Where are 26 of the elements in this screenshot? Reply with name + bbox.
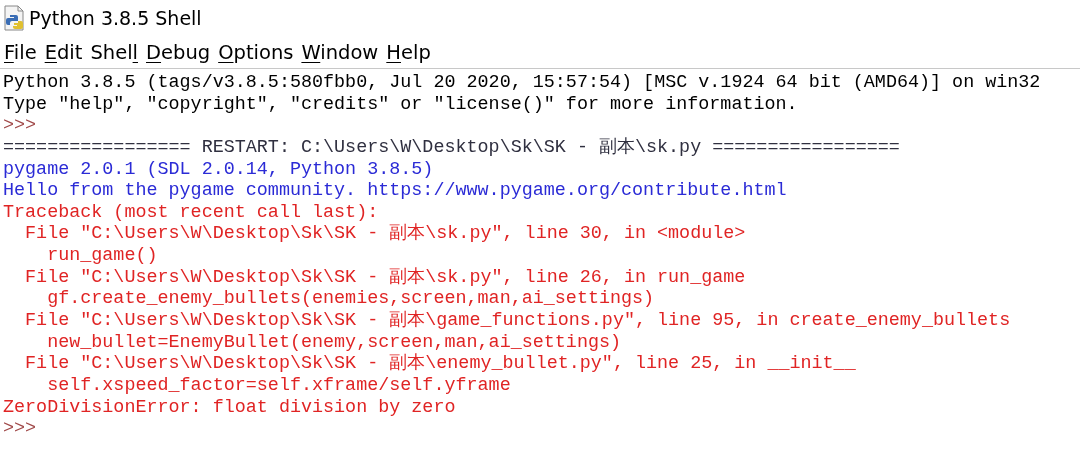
window-title: Python 3.8.5 Shell	[29, 7, 202, 29]
error-line: new_bullet=EnemyBullet(enemy,screen,man,ai_settings)	[46, 331, 622, 353]
error-line: File "C:\Users\W\Desktop\Sk\SK - 副本\enemy_bullet.py", line 25, in __init__	[24, 353, 856, 375]
prompt: >>>	[3, 418, 37, 440]
prompt: >>>	[3, 115, 37, 137]
error-line: ZeroDivisionError: float division by zero	[3, 396, 456, 418]
menu-item[interactable]: Window	[301, 40, 379, 64]
menu-item[interactable]: Options	[218, 40, 294, 64]
banner-line: Type "help", "copyright", "credits" or "license()" for more information.	[3, 93, 798, 115]
error-line: File "C:\Users\W\Desktop\Sk\SK - 副本\sk.py", line 30, in <module>	[24, 223, 746, 245]
menu-item[interactable]: Edit	[44, 40, 83, 64]
output-line: pygame 2.0.1 (SDL 2.0.14, Python 3.8.5)	[3, 158, 434, 180]
restart-line: ================= RESTART: C:\Users\W\Desktop\Sk\SK - 副本\sk.py =================	[3, 136, 900, 158]
error-line: File "C:\Users\W\Desktop\Sk\SK - 副本\sk.py", line 26, in run_game	[24, 266, 746, 288]
error-line: self.xspeed_factor=self.xframe/self.yframe	[46, 374, 511, 396]
python-file-icon	[3, 5, 25, 31]
menu-item[interactable]: Shell	[90, 40, 138, 64]
menu-item[interactable]: File	[4, 40, 37, 64]
error-line: gf.create_enemy_bullets(enemies,screen,man,ai_settings)	[46, 288, 655, 310]
menu-item[interactable]: Help	[386, 40, 431, 64]
output-line: Hello from the pygame community. https://www.pygame.org/contribute.html	[3, 180, 787, 202]
error-line: run_game()	[46, 245, 158, 267]
menu-item[interactable]: Debug	[146, 40, 211, 64]
error-line: Traceback (most recent call last):	[3, 201, 379, 223]
banner-line: Python 3.8.5 (tags/v3.8.5:580fbb0, Jul 20 2020, 15:57:54) [MSC v.1924 64 bit (AMD64)] on win32	[3, 72, 1041, 93]
error-line: File "C:\Users\W\Desktop\Sk\SK - 副本\game_functions.py", line 95, in create_enemy_bullets	[24, 310, 1011, 332]
